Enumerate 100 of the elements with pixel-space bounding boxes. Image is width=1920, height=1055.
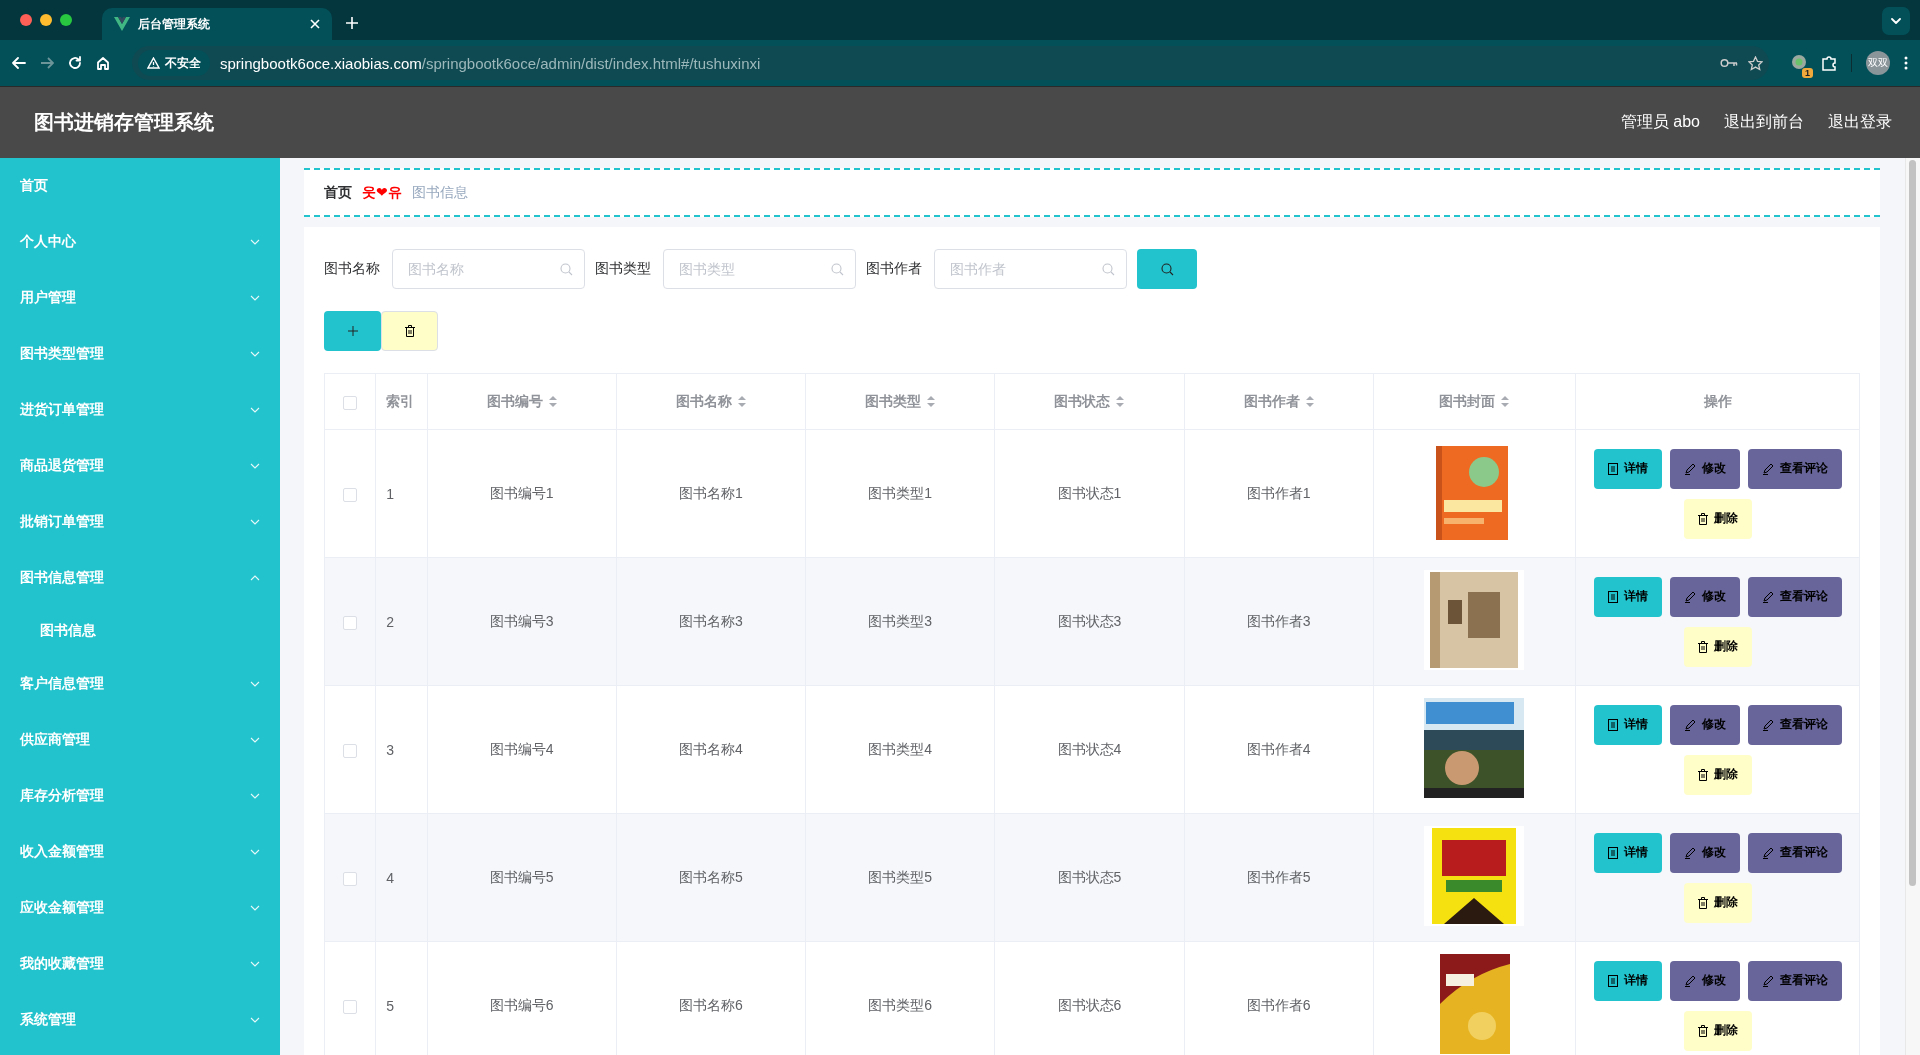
header-link[interactable]: 管理员 abo — [1620, 112, 1700, 133]
table-cell: 图书编号3 — [489, 612, 554, 629]
sidebar-item[interactable]: 商品退货管理 — [0, 438, 280, 494]
column-header[interactable]: 图书封面 — [1439, 392, 1510, 411]
sidebar-item[interactable]: 用户管理 — [0, 270, 280, 326]
menu-icon — [1904, 56, 1908, 70]
trash-icon — [1697, 896, 1708, 909]
trash-icon — [1697, 512, 1708, 525]
sidebar-item[interactable]: 收入金额管理 — [0, 824, 280, 880]
sidebar-item[interactable]: 进货订单管理 — [0, 382, 280, 438]
sidebar-item[interactable]: 系统管理 — [0, 992, 280, 1048]
sidebar-item[interactable]: 应收金额管理 — [0, 880, 280, 936]
detail-button[interactable]: 详情 — [1593, 704, 1662, 745]
table-cell: 图书编号6 — [489, 996, 554, 1013]
home-icon — [96, 56, 110, 70]
document-icon — [1607, 846, 1618, 859]
breadcrumb-separator: 웃❤유 — [362, 183, 402, 202]
comments-button[interactable]: 查看评论 — [1747, 448, 1842, 489]
detail-button[interactable]: 详情 — [1593, 832, 1662, 873]
detail-button[interactable]: 详情 — [1593, 960, 1662, 1001]
comments-button[interactable]: 查看评论 — [1747, 832, 1842, 873]
field-label: 图书作者 — [866, 260, 922, 278]
column-header[interactable]: 图书状态 — [1054, 392, 1125, 411]
table-cell: 图书名称1 — [679, 484, 743, 501]
delete-button[interactable]: 删除 — [1683, 1010, 1752, 1051]
table-cell: 图书作者3 — [1246, 612, 1311, 629]
breadcrumb-current: 图书信息 — [411, 183, 468, 202]
pencil-icon — [1683, 846, 1696, 859]
detail-button[interactable]: 详情 — [1593, 448, 1662, 489]
checkbox[interactable] — [343, 395, 358, 410]
comments-button[interactable]: 查看评论 — [1747, 576, 1842, 617]
trash-icon — [1697, 1024, 1708, 1037]
search-field[interactable]: 图书作者 — [934, 249, 1127, 289]
table-cell: 图书类型3 — [868, 612, 933, 629]
edit-button[interactable]: 修改 — [1669, 576, 1740, 617]
sidebar-item[interactable]: 我的收藏管理 — [0, 936, 280, 992]
notification-badge: 1 — [1802, 67, 1813, 78]
sidebar-item[interactable]: 图书信息管理 — [0, 550, 280, 606]
sidebar-item[interactable]: 批销订单管理 — [0, 494, 280, 550]
column-header[interactable]: 图书类型 — [865, 392, 936, 411]
v-logo-icon — [114, 17, 130, 31]
delete-button[interactable]: 删除 — [1683, 626, 1752, 667]
table-cell: 图书名称6 — [679, 996, 743, 1013]
comments-button[interactable]: 查看评论 — [1747, 704, 1842, 745]
table-cell: 图书编号4 — [489, 740, 554, 757]
tab-list-button[interactable] — [1882, 7, 1910, 35]
table-cell: 图书状态3 — [1057, 612, 1122, 629]
tab-title: 后台管理系统 — [138, 15, 211, 33]
checkbox[interactable] — [343, 999, 358, 1014]
search-field[interactable]: 图书名称 — [392, 249, 585, 289]
sort-icon — [1305, 396, 1314, 407]
column-header[interactable]: 图书名称 — [676, 392, 746, 411]
sidebar-item[interactable]: 客户信息管理 — [0, 656, 280, 712]
browser-tab[interactable]: 后台管理系统 — [102, 8, 332, 40]
app-title: 图书进销存管理系统 — [34, 110, 215, 135]
address-bar[interactable]: 不安全 springbootk6oce.xiaobias.com/springbootk6oce/admin/dist/index.html#/tushuxinxi — [132, 46, 1769, 80]
document-icon — [1607, 974, 1618, 987]
pencil-icon — [1683, 974, 1696, 987]
table-cell: 图书名称5 — [679, 868, 743, 885]
pencil-icon — [1761, 846, 1774, 859]
security-chip[interactable]: 不安全 — [138, 50, 210, 76]
column-header[interactable]: 图书编号 — [486, 392, 557, 411]
search-button[interactable] — [1137, 249, 1197, 289]
pencil-icon — [1683, 718, 1696, 731]
header-link[interactable]: 退出登录 — [1828, 112, 1892, 133]
sidebar-item[interactable]: 图书类型管理 — [0, 326, 280, 382]
profile-avatar[interactable]: 双双 — [1866, 51, 1890, 75]
sidebar-item[interactable]: 供应商管理 — [0, 712, 280, 768]
delete-button[interactable] — [381, 311, 438, 351]
checkbox[interactable] — [343, 871, 358, 886]
back-icon — [12, 56, 26, 70]
delete-button[interactable]: 删除 — [1683, 882, 1752, 923]
delete-button[interactable]: 删除 — [1683, 498, 1752, 539]
sidebar-item[interactable]: 首页 — [0, 158, 280, 214]
comments-button[interactable]: 查看评论 — [1747, 960, 1842, 1001]
search-field[interactable]: 图书类型 — [663, 249, 856, 289]
checkbox[interactable] — [343, 615, 358, 630]
header-link[interactable]: 退出到前台 — [1724, 112, 1804, 133]
sidebar-subitem[interactable]: 图书信息 — [0, 606, 280, 656]
detail-button[interactable]: 详情 — [1593, 576, 1662, 617]
document-icon — [1607, 462, 1618, 475]
forward-icon — [40, 56, 54, 70]
edit-button[interactable]: 修改 — [1669, 960, 1740, 1001]
checkbox[interactable] — [343, 743, 358, 758]
table-cell: 图书状态1 — [1057, 484, 1122, 501]
sidebar-item[interactable]: 个人中心 — [0, 214, 280, 270]
table-cell: 3 — [386, 741, 395, 758]
checkbox[interactable] — [343, 487, 358, 502]
sidebar-item[interactable]: 库存分析管理 — [0, 768, 280, 824]
edit-button[interactable]: 修改 — [1669, 832, 1740, 873]
column-header[interactable]: 图书作者 — [1243, 392, 1314, 411]
star-icon — [1748, 55, 1763, 71]
table-cell: 图书状态4 — [1057, 740, 1122, 757]
edit-button[interactable]: 修改 — [1669, 448, 1740, 489]
search-icon — [560, 263, 573, 276]
delete-button[interactable]: 删除 — [1683, 754, 1752, 795]
breadcrumb-link[interactable]: 首页 — [324, 183, 352, 202]
edit-button[interactable]: 修改 — [1669, 704, 1740, 745]
table-cell: 图书类型5 — [868, 868, 933, 885]
scrollbar-thumb[interactable] — [1909, 160, 1916, 886]
